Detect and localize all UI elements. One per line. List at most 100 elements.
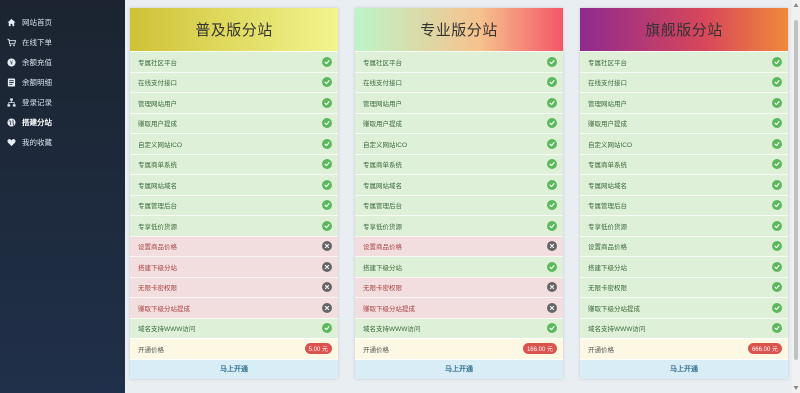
plan-card-basic: 普及版分站 专属社区平台 在线支付接口 管理网站用户 赚取用户提成 自定义网站ICO 专属商… (130, 8, 338, 379)
globe-icon (6, 117, 16, 127)
sidebar-item-label: 在线下单 (22, 37, 52, 47)
feature-row: 在线支付接口 (355, 71, 563, 92)
feature-label: 赚取下级分站提成 (588, 305, 640, 313)
scrollbar-thumb[interactable] (794, 20, 798, 360)
feature-row: 赚取用户提成 (355, 112, 563, 133)
check-icon (547, 138, 557, 149)
plan-title: 旗舰版分站 (580, 8, 788, 51)
check-icon (547, 200, 557, 211)
feature-label: 域名支持WWW访问 (363, 326, 421, 334)
feature-row: 赚取下级分站提成 (580, 297, 788, 318)
check-icon (547, 118, 557, 129)
feature-row: 域名支持WWW访问 (355, 317, 563, 338)
check-icon (772, 302, 782, 313)
feature-label: 专享低价货源 (588, 223, 627, 231)
feature-row: 赚取下级分站提成 (355, 297, 563, 318)
price-label: 开通价格 (138, 346, 164, 354)
open-now-button[interactable]: 马上开通 (355, 358, 563, 379)
scrollbar[interactable] (792, 0, 800, 393)
sidebar-item-login-log[interactable]: 登录记录 (0, 92, 125, 112)
feature-label: 在线支付接口 (138, 80, 177, 88)
feature-label: 专享低价货源 (138, 223, 177, 231)
check-icon (322, 77, 332, 88)
feature-label: 管理网站用户 (138, 100, 177, 108)
check-icon (322, 56, 332, 67)
check-icon (322, 179, 332, 190)
check-icon (772, 200, 782, 211)
feature-row: 设置商品价格 (580, 235, 788, 256)
sidebar-item-label: 余额充值 (22, 57, 52, 67)
feature-row: 赚取用户提成 (580, 112, 788, 133)
feature-label: 无限卡密权限 (588, 285, 627, 293)
feature-label: 设置商品价格 (138, 244, 177, 252)
cross-icon (547, 302, 557, 313)
feature-label: 赚取用户提成 (363, 121, 402, 129)
feature-label: 赚取用户提成 (138, 121, 177, 129)
check-icon (772, 138, 782, 149)
feature-label: 管理网站用户 (588, 100, 627, 108)
list-icon (6, 77, 16, 87)
feature-row: 自定义网站ICO (130, 133, 338, 154)
feature-label: 专属商单系统 (363, 162, 402, 170)
feature-label: 自定义网站ICO (588, 141, 633, 149)
feature-label: 专属社区平台 (363, 59, 402, 67)
sidebar-item-home[interactable]: 网站首页 (0, 12, 125, 32)
scroll-down-arrow-icon[interactable] (793, 385, 799, 391)
sidebar-item-recharge[interactable]: ¥ 余额充值 (0, 52, 125, 72)
plan-card-flagship: 旗舰版分站 专属社区平台 在线支付接口 管理网站用户 赚取用户提成 自定义网站ICO 专属商… (580, 8, 788, 379)
feature-row: 专享低价货源 (355, 215, 563, 236)
feature-row: 专享低价货源 (130, 215, 338, 236)
feature-row: 设置商品价格 (355, 235, 563, 256)
sidebar-item-order[interactable]: 在线下单 (0, 32, 125, 52)
check-icon (772, 118, 782, 129)
plan-title: 普及版分站 (130, 8, 338, 51)
feature-row: 域名支持WWW访问 (130, 317, 338, 338)
cross-icon (322, 241, 332, 252)
feature-row: 专属商单系统 (130, 153, 338, 174)
feature-row: 无限卡密权限 (130, 276, 338, 297)
price-label: 开通价格 (363, 346, 389, 354)
plan-card-pro: 专业版分站 专属社区平台 在线支付接口 管理网站用户 赚取用户提成 自定义网站ICO 专属商… (355, 8, 563, 379)
feature-label: 域名支持WWW访问 (138, 326, 196, 334)
sidebar-item-balance-detail[interactable]: 余额明细 (0, 72, 125, 92)
feature-label: 搭建下级分站 (363, 264, 402, 272)
feature-label: 管理网站用户 (363, 100, 402, 108)
feature-row: 管理网站用户 (580, 92, 788, 113)
feature-row: 设置商品价格 (130, 235, 338, 256)
feature-row: 自定义网站ICO (580, 133, 788, 154)
sidebar-item-favorites[interactable]: 我的收藏 (0, 132, 125, 152)
recharge-icon: ¥ (6, 57, 16, 67)
sidebar-item-build-substation[interactable]: 搭建分站 (0, 112, 125, 132)
feature-label: 专属管理后台 (363, 203, 402, 211)
open-now-button[interactable]: 马上开通 (580, 358, 788, 379)
sidebar-item-label: 网站首页 (22, 17, 52, 27)
check-icon (322, 159, 332, 170)
scroll-up-arrow-icon[interactable] (793, 2, 799, 8)
feature-label: 赚取下级分站提成 (363, 305, 415, 313)
check-icon (772, 77, 782, 88)
feature-row: 自定义网站ICO (355, 133, 563, 154)
feature-label: 域名支持WWW访问 (588, 326, 646, 334)
check-icon (547, 56, 557, 67)
check-icon (547, 97, 557, 108)
check-icon (772, 179, 782, 190)
cross-icon (322, 261, 332, 272)
sitemap-icon (6, 97, 16, 107)
check-icon (547, 179, 557, 190)
check-icon (322, 118, 332, 129)
open-now-button[interactable]: 马上开通 (130, 358, 338, 379)
check-icon (547, 159, 557, 170)
price-row: 开通价格 5.00 元 (130, 338, 338, 359)
check-icon (772, 56, 782, 67)
check-icon (322, 200, 332, 211)
feature-label: 专属管理后台 (138, 203, 177, 211)
feature-row: 管理网站用户 (355, 92, 563, 113)
feature-label: 在线支付接口 (588, 80, 627, 88)
feature-label: 专属商单系统 (138, 162, 177, 170)
check-icon (322, 323, 332, 334)
feature-label: 设置商品价格 (363, 244, 402, 252)
feature-row: 搭建下级分站 (580, 256, 788, 277)
feature-label: 自定义网站ICO (138, 141, 183, 149)
cross-icon (547, 282, 557, 293)
check-icon (772, 323, 782, 334)
